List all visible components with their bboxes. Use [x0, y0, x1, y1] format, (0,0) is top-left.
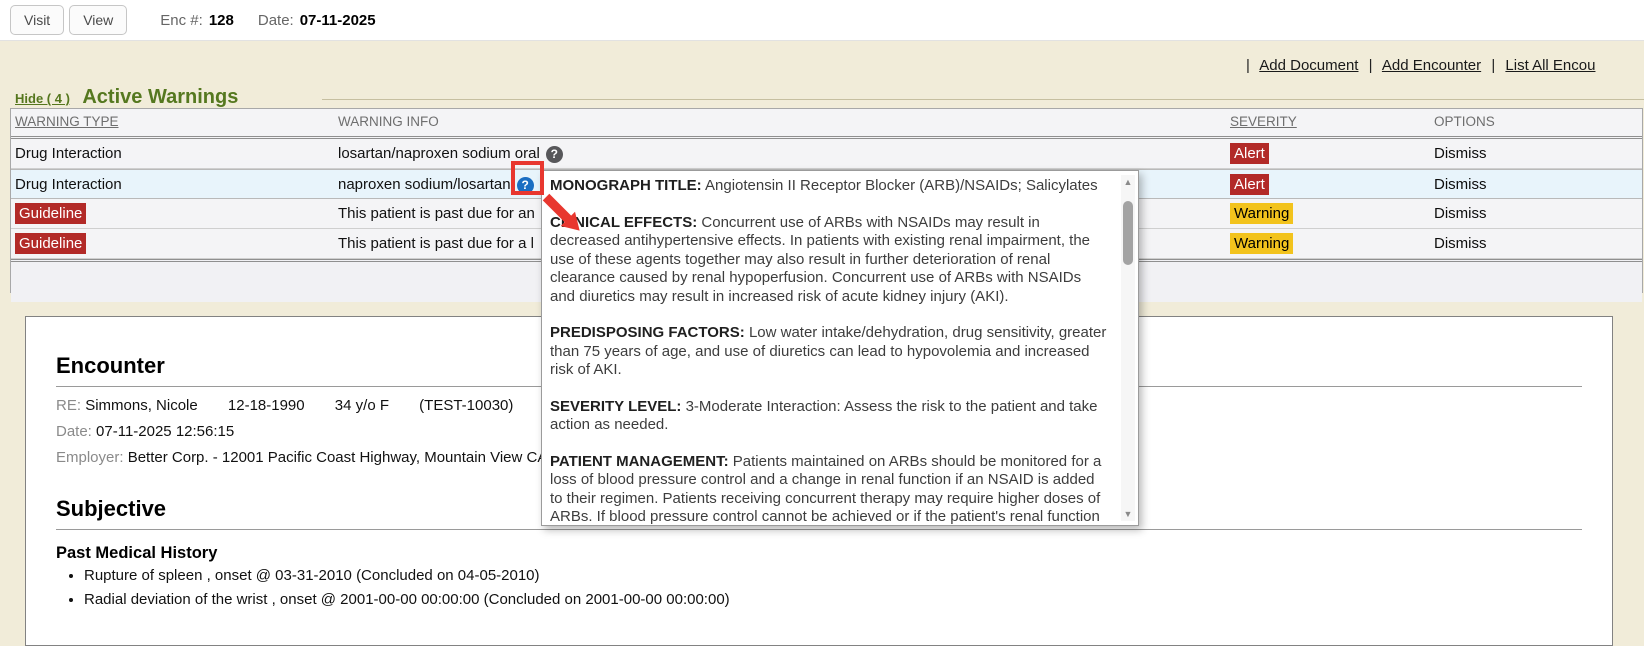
warning-type: Drug Interaction	[15, 170, 122, 199]
warning-info: This patient is past due for an	[338, 199, 535, 228]
header-action-links: | Add Document | Add Encounter | List Al…	[1240, 57, 1595, 74]
legend-divider	[322, 99, 1644, 100]
enc-number-value: 128	[209, 12, 234, 29]
warning-type-badge: Guideline	[15, 199, 86, 228]
severity-level-section: SEVERITY LEVEL: 3-Moderate Interaction: …	[550, 398, 1108, 435]
encounter-date-value: 07-11-2025 12:56:15	[96, 423, 234, 440]
view-button[interactable]: View	[69, 5, 127, 35]
link-separator: |	[1246, 57, 1250, 74]
monograph-title-section: MONOGRAPH TITLE: Angiotensin II Receptor…	[550, 177, 1108, 196]
table-row: Drug Interaction losartan/naproxen sodiu…	[11, 139, 1642, 169]
dismiss-link[interactable]: Dismiss	[1434, 199, 1487, 228]
warning-info: This patient is past due for a l	[338, 229, 534, 258]
list-all-encounters-link[interactable]: List All Encou	[1505, 57, 1595, 74]
scrollbar-thumb[interactable]	[1123, 201, 1133, 265]
severity-badge: Alert	[1230, 170, 1269, 199]
predisposing-factors-section: PREDISPOSING FACTORS: Low water intake/d…	[550, 324, 1108, 380]
list-item: Radial deviation of the wrist , onset @ …	[84, 591, 1612, 608]
warning-type-badge: Guideline	[15, 229, 86, 258]
divider	[56, 529, 1582, 530]
severity-badge: Warning	[1230, 199, 1293, 228]
date-label: Date:	[56, 423, 92, 440]
enc-number-label: Enc #:	[160, 12, 203, 29]
past-medical-history-list: Rupture of spleen , onset @ 03-31-2010 (…	[84, 567, 1612, 608]
scroll-up-icon[interactable]: ▲	[1121, 175, 1135, 189]
patient-dob: 12-18-1990	[228, 397, 305, 414]
list-item: Rupture of spleen , onset @ 03-31-2010 (…	[84, 567, 1612, 584]
active-warnings-title: Active Warnings	[82, 86, 238, 108]
past-medical-history-title: Past Medical History	[56, 544, 1582, 563]
warning-type: Drug Interaction	[15, 139, 122, 168]
warnings-table-header-row: WARNING TYPE WARNING INFO SEVERITY OPTIO…	[11, 109, 1642, 139]
patient-age-sex: 34 y/o F	[335, 397, 389, 414]
patient-name: Simmons, Nicole	[85, 397, 198, 414]
employer-value: Better Corp. - 12001 Pacific Coast Highw…	[128, 449, 548, 466]
top-toolbar: Visit View Enc #: 128 Date: 07-11-2025	[0, 0, 1644, 41]
column-header-warning-type[interactable]: WARNING TYPE	[15, 109, 119, 135]
severity-badge: Warning	[1230, 229, 1293, 258]
popup-scrollbar[interactable]: ▲ ▼	[1121, 175, 1135, 521]
enc-date-value: 07-11-2025	[300, 12, 376, 29]
add-encounter-link[interactable]: Add Encounter	[1382, 57, 1481, 74]
column-header-warning-info: WARNING INFO	[338, 109, 439, 135]
annotation-highlight-box	[511, 161, 544, 195]
column-header-options: OPTIONS	[1434, 109, 1495, 135]
link-separator: |	[1491, 57, 1495, 74]
drug-monograph-popup: MONOGRAPH TITLE: Angiotensin II Receptor…	[541, 170, 1139, 526]
hide-warnings-link[interactable]: Hide ( 4 )	[15, 91, 70, 106]
dismiss-link[interactable]: Dismiss	[1434, 139, 1487, 168]
employer-label: Employer:	[56, 449, 124, 466]
add-document-link[interactable]: Add Document	[1259, 57, 1358, 74]
annotation-arrow-icon	[540, 192, 584, 234]
column-header-severity[interactable]: SEVERITY	[1230, 109, 1297, 135]
severity-badge: Alert	[1230, 139, 1269, 168]
enc-date-label: Date:	[258, 12, 294, 29]
dismiss-link[interactable]: Dismiss	[1434, 170, 1487, 199]
patient-id: (TEST-10030)	[419, 397, 513, 414]
dismiss-link[interactable]: Dismiss	[1434, 229, 1487, 258]
scroll-down-icon[interactable]: ▼	[1121, 507, 1135, 521]
link-separator: |	[1369, 57, 1373, 74]
active-warnings-header: Hide ( 4 ) Active Warnings	[15, 86, 238, 109]
warning-info: naproxen sodium/losartan?	[338, 170, 534, 199]
patient-management-section: PATIENT MANAGEMENT: Patients maintained …	[550, 453, 1108, 527]
clinical-effects-section: CLINICAL EFFECTS: Concurrent use of ARBs…	[550, 214, 1108, 307]
visit-button[interactable]: Visit	[10, 5, 64, 35]
question-circle-icon[interactable]: ?	[546, 146, 563, 163]
re-label: RE:	[56, 397, 81, 414]
